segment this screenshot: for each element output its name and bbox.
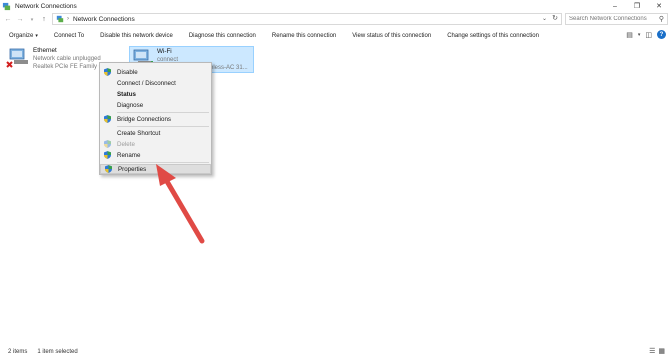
large-icons-view-icon[interactable]: ▦ xyxy=(658,347,665,355)
selection-count: 1 item selected xyxy=(37,348,78,355)
status-view-icons: ☰ ▦ xyxy=(649,347,665,355)
details-view-icon[interactable]: ☰ xyxy=(649,347,655,355)
item-count: 2 items xyxy=(8,348,28,355)
status-bar: 2 items 1 item selected ☰ ▦ xyxy=(0,346,670,357)
annotation-arrow-icon xyxy=(156,164,205,244)
